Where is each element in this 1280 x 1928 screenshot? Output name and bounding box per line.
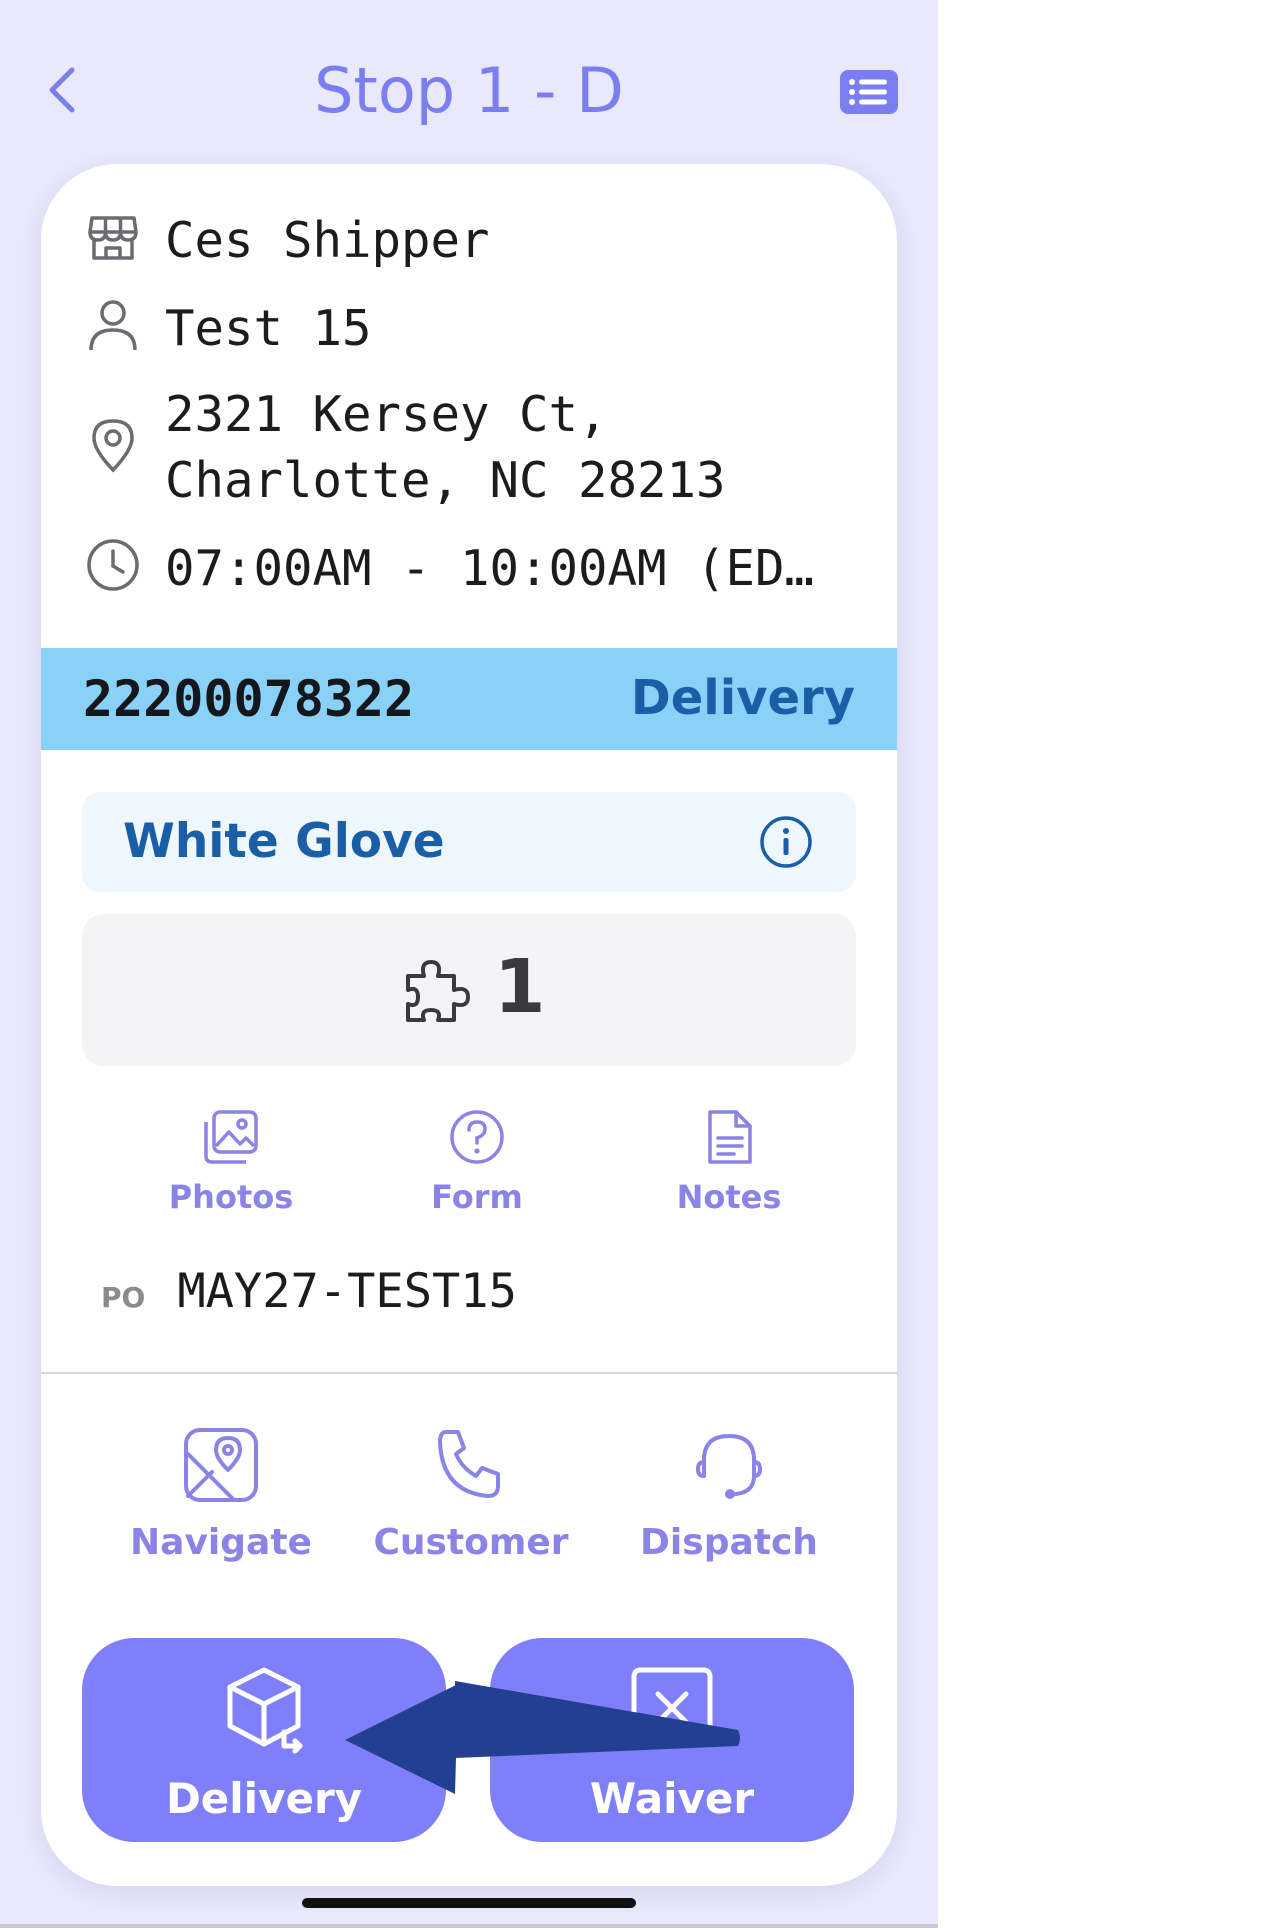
order-type: Delivery: [630, 670, 855, 726]
service-level-label: White Glove: [123, 814, 445, 869]
pieces-box[interactable]: 1: [82, 914, 856, 1066]
waiver-action-button[interactable]: Waiver: [490, 1638, 854, 1842]
list-icon: [840, 70, 898, 114]
dispatch-button[interactable]: Dispatch: [629, 1426, 829, 1563]
bottom-edge: [0, 1924, 938, 1928]
navigate-button[interactable]: Navigate: [121, 1426, 321, 1563]
clock-icon: [87, 539, 139, 591]
shipper-row: Ces Shipper: [84, 208, 490, 274]
page-title: Stop 1 - D: [314, 54, 624, 127]
contact-name: Test 15: [165, 300, 372, 357]
order-band[interactable]: 22200078322 Delivery: [41, 648, 897, 750]
store-icon: [88, 216, 138, 260]
phone-icon: [438, 1430, 500, 1498]
service-level-banner[interactable]: White Glove: [82, 792, 856, 892]
customer-label: Customer: [373, 1522, 569, 1563]
person-icon: [89, 300, 137, 351]
phone-screen: Stop 1 - D Ces Shipper Test 15 2321 Kers…: [0, 0, 938, 1928]
po-row: PO MAY27-TEST15: [101, 1264, 517, 1319]
address-line-2: Charlotte, NC 28213: [165, 452, 726, 509]
address-row: 2321 Kersey Ct, Charlotte, NC 28213: [84, 382, 726, 514]
address: 2321 Kersey Ct, Charlotte, NC 28213: [165, 382, 726, 514]
order-number: 22200078322: [83, 670, 415, 728]
customer-button[interactable]: Customer: [371, 1426, 571, 1563]
po-number: MAY27-TEST15: [177, 1264, 517, 1319]
divider: [41, 1372, 897, 1374]
navigate-label: Navigate: [130, 1522, 312, 1563]
map-icon: [184, 1428, 258, 1502]
stop-card: Ces Shipper Test 15 2321 Kersey Ct, Char…: [41, 164, 897, 1886]
header: Stop 1 - D: [0, 40, 938, 140]
time-window-row: 07:00AM - 10:00AM (ED…: [84, 536, 814, 602]
time-window: 07:00AM - 10:00AM (ED…: [165, 540, 815, 597]
form-button[interactable]: Form: [407, 1108, 547, 1216]
delivery-action-label: Delivery: [165, 1774, 363, 1823]
photos-icon: [204, 1110, 258, 1164]
puzzle-piece-icon: [406, 960, 470, 1022]
photos-button[interactable]: Photos: [151, 1108, 311, 1216]
form-label: Form: [431, 1178, 523, 1216]
shipper-name: Ces Shipper: [165, 212, 490, 269]
notes-icon: [708, 1110, 752, 1164]
question-icon: [450, 1110, 504, 1164]
close-box-icon: [631, 1667, 713, 1747]
notes-button[interactable]: Notes: [659, 1108, 799, 1216]
package-icon: [227, 1667, 303, 1754]
info-icon[interactable]: [758, 814, 814, 870]
dispatch-label: Dispatch: [640, 1522, 818, 1563]
address-line-1: 2321 Kersey Ct,: [165, 386, 608, 443]
pieces-count: 1: [494, 944, 546, 1030]
notes-label: Notes: [676, 1178, 782, 1216]
home-indicator[interactable]: [302, 1898, 636, 1908]
waiver-action-label: Waiver: [589, 1774, 755, 1823]
contact-row: Test 15: [84, 296, 372, 362]
po-label: PO: [101, 1281, 146, 1314]
stop-list-button[interactable]: [840, 70, 898, 114]
photos-label: Photos: [168, 1178, 294, 1216]
delivery-action-button[interactable]: Delivery: [82, 1638, 446, 1842]
location-pin-icon: [92, 419, 134, 473]
headset-icon: [696, 1434, 762, 1499]
